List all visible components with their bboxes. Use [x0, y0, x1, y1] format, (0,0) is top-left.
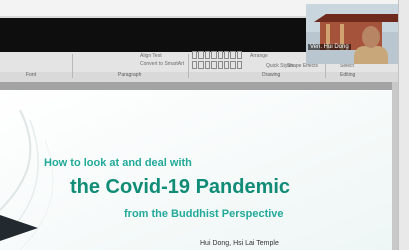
convert-smartart-button[interactable]: Convert to SmartArt [140, 61, 184, 67]
shape-arrow-icon[interactable] [217, 51, 223, 59]
slide-bg [0, 90, 392, 250]
group-label-font: Font [26, 72, 37, 78]
shape-callout-icon[interactable] [230, 51, 236, 59]
slide-title-line2: the Covid-19 Pandemic [70, 176, 291, 198]
align-text-button[interactable]: Align Text [140, 53, 162, 59]
shape-more-icon[interactable] [236, 60, 242, 69]
shape-star-icon[interactable] [223, 51, 230, 59]
shape-triangle-icon[interactable] [204, 51, 211, 59]
shapes-gallery[interactable] [192, 51, 242, 69]
slide-background-art [0, 90, 392, 250]
slide-title-line1: How to look at and deal with [44, 157, 192, 169]
speaker-head [362, 26, 380, 48]
speaker-body [354, 46, 388, 64]
arrange-button[interactable]: Arrange [250, 53, 268, 59]
decor-arrow-icon [0, 215, 38, 241]
temple-roof [314, 14, 398, 22]
shape-line-icon[interactable] [198, 60, 204, 69]
shape-oval-icon[interactable] [211, 51, 217, 59]
shape-star-icon[interactable] [223, 60, 230, 69]
shape-rect-icon[interactable] [192, 51, 198, 59]
slide-canvas[interactable] [0, 90, 392, 250]
vertical-scrollbar[interactable] [392, 82, 398, 250]
shape-triangle-icon[interactable] [204, 60, 211, 69]
webcam-thumbnail[interactable]: Ven. Hui Dong [306, 4, 398, 64]
slide-title-line3: from the Buddhist Perspective [124, 208, 284, 220]
slide-author: Hui Dong, Hsi Lai Temple [200, 240, 279, 247]
shape-rect-icon[interactable] [192, 60, 198, 69]
shape-line-icon[interactable] [198, 51, 204, 59]
group-label-paragraph: Paragraph [118, 72, 142, 78]
right-side-panel [398, 0, 409, 250]
group-divider [72, 54, 73, 78]
ribbon-obscured-area [0, 18, 306, 52]
group-label-editing: Editing [340, 72, 356, 78]
group-label-drawing: Drawing [262, 72, 281, 78]
shape-callout-icon[interactable] [230, 60, 236, 69]
shape-oval-icon[interactable] [211, 60, 217, 69]
shape-more-icon[interactable] [236, 51, 242, 59]
group-divider [188, 54, 189, 78]
shape-arrow-icon[interactable] [217, 60, 223, 69]
webcam-name-label: Ven. Hui Dong [308, 44, 351, 50]
